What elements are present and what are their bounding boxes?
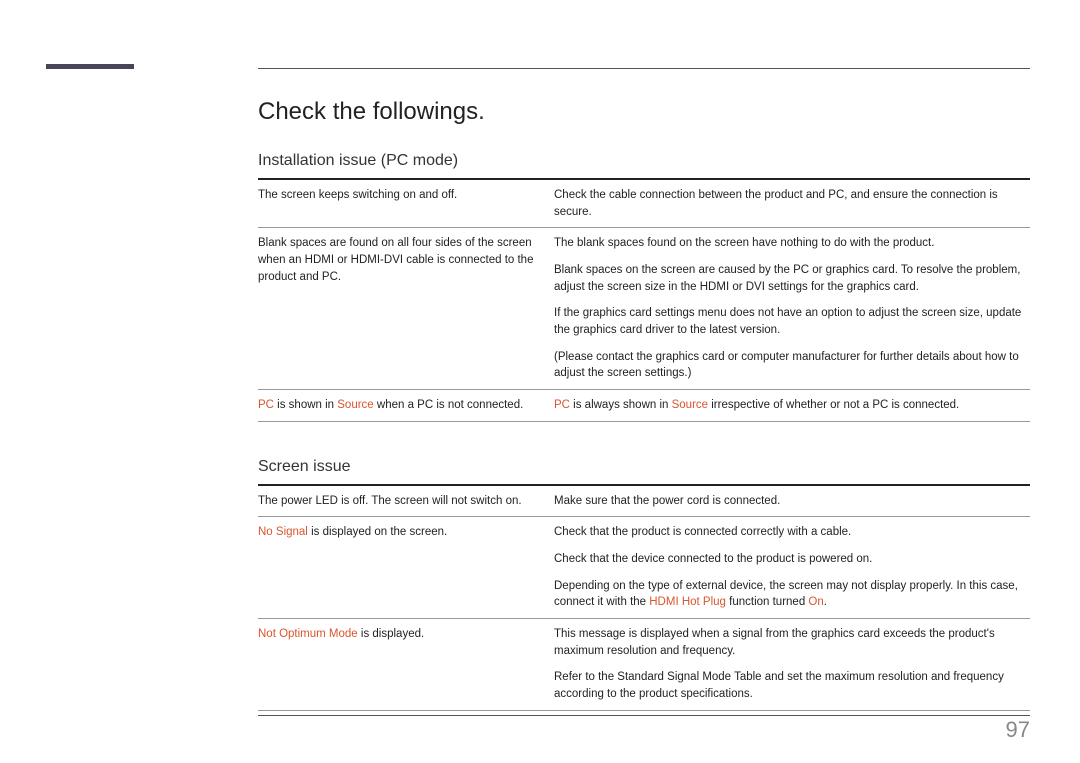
text-span: is displayed on the screen. [308, 526, 447, 538]
solution-paragraph: If the graphics card settings menu does … [554, 305, 1030, 338]
text-span: function turned [726, 596, 808, 608]
table-row: Blank spaces are found on all four sides… [258, 228, 1030, 390]
text-span: when a PC is not connected. [374, 399, 524, 411]
solution-paragraph: Depending on the type of external device… [554, 578, 1030, 611]
highlight-text: HDMI Hot Plug [649, 596, 726, 608]
issue-solution: PC is always shown in Source irrespectiv… [554, 397, 1030, 414]
text-span: is always shown in [570, 399, 672, 411]
section-screen-title: Screen issue [258, 458, 1030, 486]
bottom-rule [258, 715, 1030, 716]
page-title: Check the followings. [258, 98, 1030, 126]
top-rule [258, 68, 1030, 69]
highlight-text: Source [672, 399, 708, 411]
highlight-text: Not Optimum Mode [258, 628, 358, 640]
page-content: Check the followings. Installation issue… [258, 98, 1030, 716]
solution-paragraph: Refer to the Standard Signal Mode Table … [554, 669, 1030, 702]
highlight-text: On [808, 596, 823, 608]
solution-paragraph: Check that the device connected to the p… [554, 551, 1030, 568]
solution-paragraph: This message is displayed when a signal … [554, 626, 1030, 659]
page-number: 97 [1006, 717, 1030, 743]
issue-solution: Check that the product is connected corr… [554, 524, 1030, 611]
solution-paragraph: The blank spaces found on the screen hav… [554, 235, 1030, 252]
issue-solution: Make sure that the power cord is connect… [554, 493, 1030, 510]
highlight-text: PC [554, 399, 570, 411]
text-span: is shown in [274, 399, 337, 411]
issue-solution: Check the cable connection between the p… [554, 187, 1030, 220]
issue-label: PC is shown in Source when a PC is not c… [258, 397, 554, 414]
top-accent-bar [46, 64, 134, 69]
issue-label: The power LED is off. The screen will no… [258, 493, 554, 510]
table-row: PC is shown in Source when a PC is not c… [258, 390, 1030, 422]
table-row: Not Optimum Mode is displayed. This mess… [258, 619, 1030, 711]
highlight-text: Source [337, 399, 373, 411]
section-installation-title: Installation issue (PC mode) [258, 152, 1030, 180]
issue-label: Not Optimum Mode is displayed. [258, 626, 554, 703]
issue-label: The screen keeps switching on and off. [258, 187, 554, 220]
table-row: No Signal is displayed on the screen. Ch… [258, 517, 1030, 619]
highlight-text: PC [258, 399, 274, 411]
table-row: The screen keeps switching on and off. C… [258, 180, 1030, 228]
issue-label: No Signal is displayed on the screen. [258, 524, 554, 611]
issue-solution: This message is displayed when a signal … [554, 626, 1030, 703]
text-span: . [824, 596, 827, 608]
section-gap [258, 422, 1030, 458]
table-row: The power LED is off. The screen will no… [258, 486, 1030, 518]
text-span: irrespective of whether or not a PC is c… [708, 399, 959, 411]
issue-solution: The blank spaces found on the screen hav… [554, 235, 1030, 382]
solution-paragraph: Blank spaces on the screen are caused by… [554, 262, 1030, 295]
issue-label: Blank spaces are found on all four sides… [258, 235, 554, 382]
solution-paragraph: Check that the product is connected corr… [554, 524, 1030, 541]
text-span: is displayed. [358, 628, 424, 640]
highlight-text: No Signal [258, 526, 308, 538]
solution-paragraph: (Please contact the graphics card or com… [554, 349, 1030, 382]
